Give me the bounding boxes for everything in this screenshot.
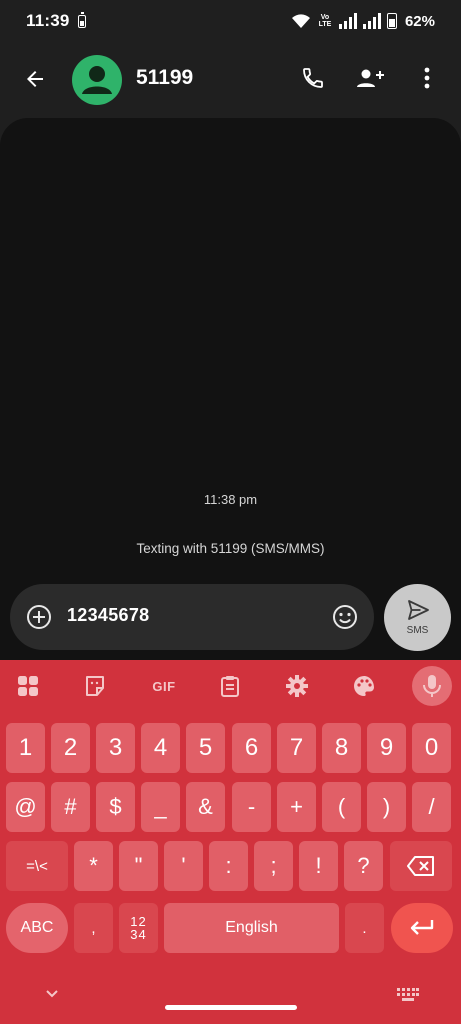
key[interactable]: _ [141, 782, 180, 832]
gear-icon [286, 675, 308, 697]
key[interactable]: - [232, 782, 271, 832]
comma-key[interactable]: , [74, 903, 113, 953]
palette-icon [354, 676, 374, 696]
clipboard-icon [221, 676, 239, 697]
compose-field[interactable]: 12345678 [10, 584, 374, 650]
key[interactable]: ) [367, 782, 406, 832]
contact-avatar[interactable] [72, 55, 122, 105]
key[interactable]: ? [344, 841, 383, 891]
send-icon [408, 600, 429, 620]
message-input[interactable]: 12345678 [67, 605, 150, 626]
more-vert-icon [424, 67, 430, 89]
key[interactable]: 9 [367, 723, 406, 773]
conversation-area: 11:38 pm Texting with 51199 (SMS/MMS) [0, 118, 461, 584]
abc-key[interactable]: ABC [6, 903, 68, 953]
volte-icon: Vo LTE [318, 14, 332, 28]
phone-icon [303, 68, 323, 88]
status-bar: 11:39 Vo LTE 62% [0, 0, 461, 42]
status-time: 11:39 [26, 11, 70, 30]
gif-button[interactable]: GIF [144, 670, 184, 702]
top-app-bar: 51199 [0, 42, 461, 118]
more-options-button[interactable] [412, 59, 442, 97]
attach-button[interactable] [26, 604, 52, 630]
more-symbols-key[interactable]: =\< [6, 841, 68, 891]
key[interactable]: 0 [412, 723, 451, 773]
key[interactable]: 2 [51, 723, 90, 773]
space-key[interactable]: English [164, 903, 339, 953]
key[interactable]: 8 [322, 723, 361, 773]
key[interactable]: + [277, 782, 316, 832]
key[interactable]: ; [254, 841, 293, 891]
key[interactable]: 5 [186, 723, 225, 773]
add-circle-icon [27, 605, 51, 629]
switch-keyboard-button[interactable] [396, 986, 420, 1004]
key[interactable]: 3 [96, 723, 135, 773]
key[interactable]: : [209, 841, 248, 891]
key[interactable]: 7 [277, 723, 316, 773]
key[interactable]: " [119, 841, 158, 891]
voice-input-button[interactable] [412, 666, 452, 706]
key[interactable]: ( [322, 782, 361, 832]
back-button[interactable] [14, 58, 56, 100]
wifi-icon [291, 14, 310, 28]
key[interactable]: # [51, 782, 90, 832]
key[interactable]: ! [299, 841, 338, 891]
signal-icon-sim1 [338, 13, 357, 29]
key[interactable]: @ [6, 782, 45, 832]
enter-icon [410, 920, 434, 935]
call-button[interactable] [294, 59, 332, 97]
send-sms-button[interactable]: SMS [384, 584, 451, 651]
clipboard-button[interactable] [214, 670, 246, 702]
person-add-icon [357, 69, 384, 87]
texting-info: Texting with 51199 (SMS/MMS) [136, 541, 325, 556]
numpad-bottom: 34 [130, 927, 147, 942]
emoji-button[interactable] [331, 603, 359, 631]
hide-keyboard-button[interactable] [42, 986, 62, 1002]
battery-icon [386, 13, 397, 29]
key[interactable]: $ [96, 782, 135, 832]
key[interactable]: * [74, 841, 113, 891]
enter-key[interactable] [391, 903, 453, 953]
theme-button[interactable] [348, 670, 380, 702]
emoji-icon [333, 605, 357, 629]
signal-icon-sim2 [362, 13, 381, 29]
battery-percent: 62% [404, 12, 435, 30]
key[interactable]: 4 [141, 723, 180, 773]
grid-icon [18, 676, 38, 696]
sticker-button[interactable] [79, 670, 111, 702]
gesture-handle[interactable] [165, 1005, 297, 1010]
mic-icon [423, 675, 441, 697]
arrow-back-icon [27, 71, 43, 87]
key[interactable]: ' [164, 841, 203, 891]
settings-button[interactable] [281, 670, 313, 702]
backspace-key[interactable] [390, 841, 452, 891]
navigation-bar [0, 968, 461, 1024]
key[interactable]: & [186, 782, 225, 832]
gif-label: GIF [152, 678, 176, 694]
key[interactable]: / [412, 782, 451, 832]
status-icons: Vo LTE 62% [291, 13, 435, 30]
battery-saver-icon [77, 11, 86, 28]
backspace-icon [407, 856, 434, 876]
contact-name[interactable]: 51199 [136, 66, 193, 90]
apps-grid-button[interactable] [12, 670, 44, 702]
person-icon [82, 66, 112, 94]
keyboard-icon [397, 988, 419, 1001]
sticker-icon [86, 676, 104, 696]
add-contact-button[interactable] [350, 59, 390, 97]
send-sms-label: SMS [406, 625, 429, 636]
numpad-key[interactable]: 12 34 [119, 903, 158, 953]
numpad-label: 12 34 [130, 915, 146, 941]
message-timestamp: 11:38 pm [203, 492, 258, 507]
key[interactable]: 6 [232, 723, 271, 773]
keyboard-toolbar: GIF [0, 660, 461, 712]
period-key[interactable]: . [345, 903, 384, 953]
chevron-down-icon [46, 990, 58, 998]
key[interactable]: 1 [6, 723, 45, 773]
